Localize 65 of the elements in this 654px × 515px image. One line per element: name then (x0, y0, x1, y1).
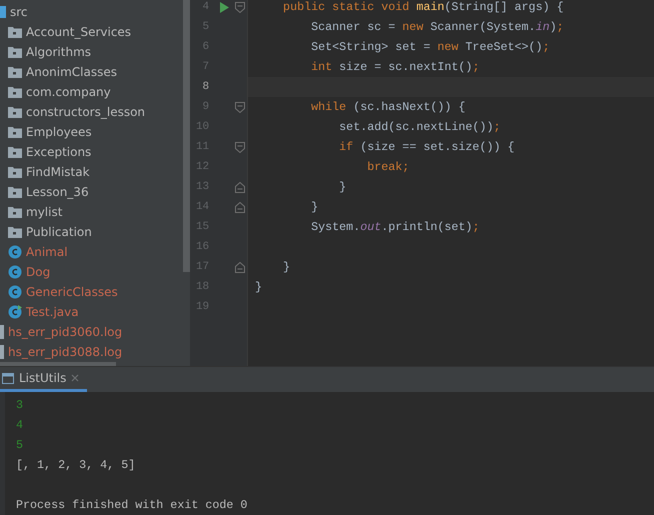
code-line: while (sc.hasNext()) { (310, 100, 466, 114)
tree-item[interactable]: Exceptions (26, 145, 92, 159)
tree-item[interactable]: Account_Services (26, 25, 132, 39)
package-folder-icon (8, 86, 22, 98)
tree-item[interactable]: hs_err_pid3088.log (8, 345, 122, 359)
console-line: 5 (16, 438, 24, 452)
package-folder-icon (8, 166, 22, 178)
tree-item[interactable]: hs_err_pid3060.log (8, 325, 122, 339)
file-icon (0, 345, 4, 359)
console-window-icon (2, 372, 14, 384)
tree-item[interactable]: GenericClasses (26, 285, 118, 299)
tree-item[interactable]: AnonimClasses (26, 65, 117, 79)
code-line: public static void main(String[] args) { (282, 0, 564, 14)
fold-marker-icon[interactable] (235, 202, 246, 212)
code-line: if (size == set.size()) { (338, 140, 515, 154)
tree-item[interactable]: Algorithms (26, 45, 92, 59)
tree-item[interactable]: Animal (26, 245, 68, 259)
package-folder-icon (8, 46, 22, 58)
package-folder-icon (8, 206, 22, 218)
console-line: [, 1, 2, 3, 4, 5] (16, 458, 136, 472)
class-icon (8, 265, 22, 279)
folder-icon (0, 6, 6, 18)
tree-item[interactable]: constructors_lesson (26, 105, 146, 119)
fold-marker-icon[interactable] (235, 2, 246, 12)
fold-marker-icon[interactable] (235, 262, 246, 272)
close-icon[interactable] (71, 374, 80, 382)
tree-item[interactable]: Publication (26, 225, 92, 239)
code-line: set.add(sc.nextLine()); (338, 120, 500, 134)
package-folder-icon (8, 146, 22, 158)
code-line: } (282, 260, 290, 274)
class-icon (8, 245, 22, 259)
tree-item[interactable]: src (10, 5, 28, 19)
package-folder-icon (8, 126, 22, 138)
tree-item[interactable]: com.company (26, 85, 111, 99)
code-line: Set<String> set = new TreeSet<>(); (310, 40, 550, 54)
tree-item[interactable]: Test.java (26, 305, 79, 319)
code-line: } (338, 180, 346, 194)
package-folder-icon (8, 226, 22, 238)
code-line: } (255, 280, 262, 294)
fold-marker-icon[interactable] (235, 142, 246, 152)
console-line: 4 (16, 418, 24, 432)
console-line: Process finished with exit code 0 (16, 498, 248, 512)
class-icon (8, 285, 22, 299)
code-line: System.out.println(set); (310, 220, 480, 234)
tree-item[interactable]: Dog (26, 265, 50, 279)
code-line: Scanner sc = new Scanner(System.in); (310, 20, 564, 34)
line-number: 8 (202, 81, 210, 93)
code-line: int size = sc.nextInt(); (310, 60, 480, 74)
package-folder-icon (8, 66, 22, 78)
code-line: break; (366, 160, 410, 174)
console-line: 3 (16, 398, 24, 412)
tree-item[interactable]: FindMistak (26, 165, 90, 179)
package-folder-icon (8, 26, 22, 38)
run-icon[interactable] (220, 2, 229, 12)
package-folder-icon (8, 186, 22, 198)
fold-marker-icon[interactable] (235, 182, 246, 192)
runnable-class-icon (8, 305, 22, 319)
fold-marker-icon[interactable] (235, 102, 246, 112)
package-folder-icon (8, 106, 22, 118)
tree-item[interactable]: Employees (26, 125, 92, 139)
tree-item[interactable]: Lesson_36 (26, 185, 89, 199)
scrollbar-thumb[interactable] (183, 0, 190, 272)
file-icon (0, 325, 4, 339)
code-line: } (310, 200, 318, 214)
tree-item[interactable]: mylist (26, 205, 62, 219)
